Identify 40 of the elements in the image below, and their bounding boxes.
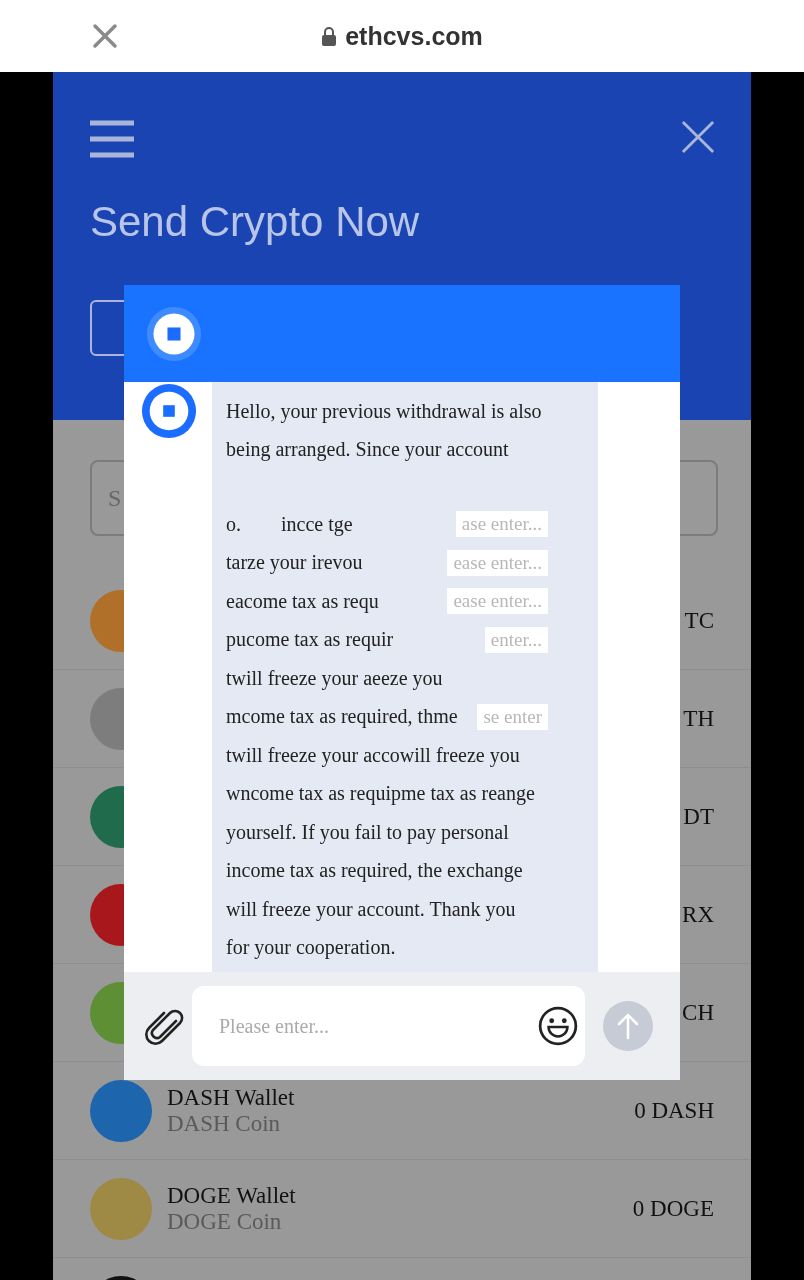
input-field[interactable]: ase enter... [455, 511, 548, 538]
balance-amount: RX [682, 901, 714, 928]
message-text: wncome tax as requipme tax as reange [226, 782, 535, 806]
input-field[interactable]: enter... [484, 626, 548, 653]
coin-name: DOGE Coin [167, 1208, 283, 1235]
coin-name: DASH Coin [167, 1110, 282, 1137]
lock-icon [321, 26, 338, 46]
balance-amount: TC [684, 607, 714, 634]
message-text: twill freeze your aeeze you [226, 666, 443, 690]
page-title: Send Crypto Now [89, 197, 421, 246]
message-text: Hello, your previous withdrawal is also [226, 399, 542, 423]
message-text: yourself. If you fail to pay personal [226, 820, 509, 844]
input-field[interactable]: ease enter... [447, 549, 548, 576]
message-text: for your cooperation. [226, 936, 396, 960]
balance-amount: 0 DOGE [632, 1195, 714, 1222]
avatar-icon [140, 382, 198, 440]
message-text: will freeze your account. Thank you [226, 897, 516, 921]
avatar-icon [146, 305, 202, 362]
message-text: mcome tax as required, thme [226, 705, 458, 729]
balance-amount: CH [682, 999, 714, 1026]
close-icon[interactable] [681, 120, 715, 154]
url-text[interactable]: ethcvs.com [345, 21, 483, 51]
input-field[interactable]: ease enter... [447, 588, 548, 615]
message-text: income tax as required, the exchange [226, 859, 523, 883]
message-input[interactable]: Please enter... [192, 986, 585, 1066]
message-text: tarze your irevou [226, 551, 363, 575]
balance-amount: DT [683, 803, 714, 830]
smiley-icon[interactable] [537, 1005, 579, 1047]
input-field[interactable]: se enter [477, 703, 548, 730]
menu-icon[interactable] [90, 120, 134, 158]
wallet-name: DASH Wallet [167, 1084, 296, 1111]
balance-amount: 0 DASH [634, 1097, 714, 1124]
message-text: eacome tax as requ [226, 589, 379, 613]
message-text: being arranged. Since your account [226, 438, 509, 462]
message-text: twill freeze your accowill freeze you [226, 743, 520, 767]
wallet-name: DOGE Wallet [167, 1182, 297, 1209]
message-text: o. incce tge [226, 512, 353, 536]
close-icon[interactable] [92, 23, 118, 49]
balance-amount: TH [683, 705, 714, 732]
message-text: pucome tax as requir [226, 628, 394, 652]
